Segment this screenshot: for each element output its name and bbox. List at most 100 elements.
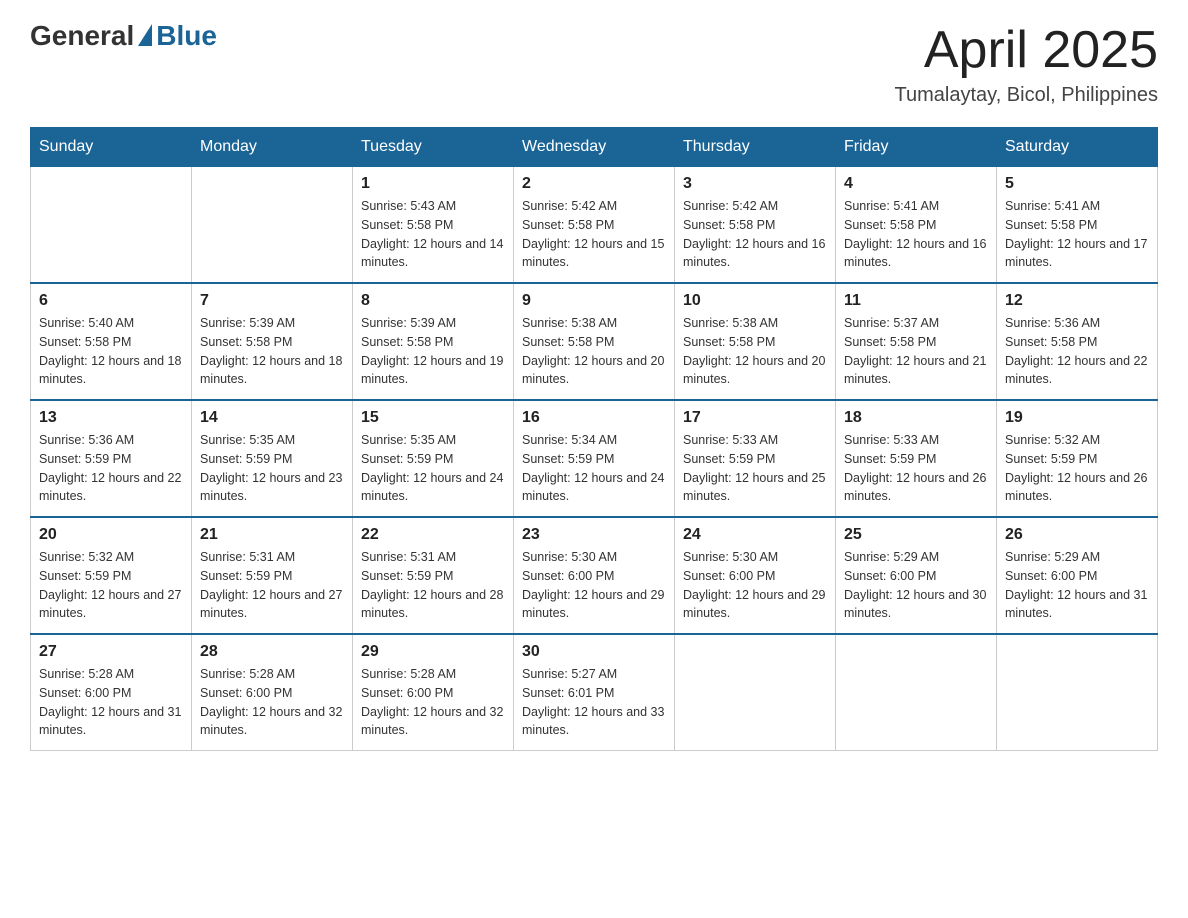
calendar-cell: 29Sunrise: 5:28 AMSunset: 6:00 PMDayligh… bbox=[353, 634, 514, 751]
day-info: Sunrise: 5:28 AMSunset: 6:00 PMDaylight:… bbox=[39, 665, 183, 740]
calendar-cell: 26 Sunrise: 5:29 AMSunset: 6:00 PMDayligh… bbox=[997, 517, 1158, 634]
day-info: Sunrise: 5:28 AMSunset: 6:00 PMDaylight:… bbox=[200, 665, 344, 740]
day-info: Sunrise: 5:41 AMSunset: 5:58 PMDaylight:… bbox=[1005, 197, 1149, 272]
day-info: Sunrise: 5:42 AMSunset: 5:58 PMDaylight:… bbox=[522, 197, 666, 272]
calendar-cell: 30 Sunrise: 5:27 AMSunset: 6:01 PMDayligh… bbox=[514, 634, 675, 751]
day-number: 23 bbox=[522, 526, 666, 544]
day-number: 4 bbox=[844, 175, 988, 193]
calendar-cell: 20 Sunrise: 5:32 AMSunset: 5:59 PMDayligh… bbox=[31, 517, 192, 634]
calendar-cell: 23 Sunrise: 5:30 AMSunset: 6:00 PMDayligh… bbox=[514, 517, 675, 634]
day-number: 16 bbox=[522, 409, 666, 427]
day-info: Sunrise: 5:41 AMSunset: 5:58 PMDaylight:… bbox=[844, 197, 988, 272]
day-info: Sunrise: 5:38 AMSunset: 5:58 PMDaylight:… bbox=[522, 314, 666, 389]
day-number: 25 bbox=[844, 526, 988, 544]
title-section: April 2025 Tumalaytay, Bicol, Philippine… bbox=[895, 20, 1158, 107]
calendar-cell: 28Sunrise: 5:28 AMSunset: 6:00 PMDayligh… bbox=[192, 634, 353, 751]
calendar-cell: 15 Sunrise: 5:35 AMSunset: 5:59 PMDayligh… bbox=[353, 400, 514, 517]
calendar-cell: 7 Sunrise: 5:39 AMSunset: 5:58 PMDaylight… bbox=[192, 283, 353, 400]
day-info: Sunrise: 5:30 AMSunset: 6:00 PMDaylight:… bbox=[683, 548, 827, 623]
day-info: Sunrise: 5:30 AMSunset: 6:00 PMDaylight:… bbox=[522, 548, 666, 623]
day-number: 20 bbox=[39, 526, 183, 544]
day-info: Sunrise: 5:32 AMSunset: 5:59 PMDaylight:… bbox=[1005, 431, 1149, 506]
day-info: Sunrise: 5:38 AMSunset: 5:58 PMDaylight:… bbox=[683, 314, 827, 389]
location-text: Tumalaytay, Bicol, Philippines bbox=[895, 84, 1158, 107]
calendar-cell: 18 Sunrise: 5:33 AMSunset: 5:59 PMDayligh… bbox=[836, 400, 997, 517]
day-number: 7 bbox=[200, 292, 344, 310]
day-info: Sunrise: 5:33 AMSunset: 5:59 PMDaylight:… bbox=[844, 431, 988, 506]
day-number: 22 bbox=[361, 526, 505, 544]
day-number: 2 bbox=[522, 175, 666, 193]
day-number: 29 bbox=[361, 643, 505, 661]
day-number: 5 bbox=[1005, 175, 1149, 193]
calendar-week-row: 27 Sunrise: 5:28 AMSunset: 6:00 PMDayligh… bbox=[31, 634, 1158, 751]
day-info: Sunrise: 5:40 AMSunset: 5:58 PMDaylight:… bbox=[39, 314, 183, 389]
calendar-cell: 10Sunrise: 5:38 AMSunset: 5:58 PMDayligh… bbox=[675, 283, 836, 400]
calendar-cell: 19 Sunrise: 5:32 AMSunset: 5:59 PMDayligh… bbox=[997, 400, 1158, 517]
calendar-header-row: SundayMondayTuesdayWednesdayThursdayFrid… bbox=[31, 128, 1158, 167]
day-info: Sunrise: 5:31 AMSunset: 5:59 PMDaylight:… bbox=[361, 548, 505, 623]
day-number: 26 bbox=[1005, 526, 1149, 544]
calendar-cell: 24 Sunrise: 5:30 AMSunset: 6:00 PMDayligh… bbox=[675, 517, 836, 634]
day-number: 30 bbox=[522, 643, 666, 661]
page-header: General Blue April 2025 Tumalaytay, Bico… bbox=[30, 20, 1158, 107]
logo-general-text: General bbox=[30, 20, 134, 52]
logo-triangle-icon bbox=[138, 24, 152, 46]
calendar-header-sunday: Sunday bbox=[31, 128, 192, 167]
day-info: Sunrise: 5:32 AMSunset: 5:59 PMDaylight:… bbox=[39, 548, 183, 623]
calendar-cell bbox=[675, 634, 836, 751]
calendar-cell bbox=[31, 167, 192, 284]
day-number: 21 bbox=[200, 526, 344, 544]
calendar-cell: 6 Sunrise: 5:40 AMSunset: 5:58 PMDaylight… bbox=[31, 283, 192, 400]
day-info: Sunrise: 5:27 AMSunset: 6:01 PMDaylight:… bbox=[522, 665, 666, 740]
calendar-header-tuesday: Tuesday bbox=[353, 128, 514, 167]
day-info: Sunrise: 5:39 AMSunset: 5:58 PMDaylight:… bbox=[361, 314, 505, 389]
day-info: Sunrise: 5:35 AMSunset: 5:59 PMDaylight:… bbox=[361, 431, 505, 506]
day-info: Sunrise: 5:36 AMSunset: 5:58 PMDaylight:… bbox=[1005, 314, 1149, 389]
calendar-header-saturday: Saturday bbox=[997, 128, 1158, 167]
day-number: 14 bbox=[200, 409, 344, 427]
day-number: 18 bbox=[844, 409, 988, 427]
calendar-cell bbox=[836, 634, 997, 751]
day-number: 9 bbox=[522, 292, 666, 310]
day-number: 27 bbox=[39, 643, 183, 661]
calendar-header-monday: Monday bbox=[192, 128, 353, 167]
month-title: April 2025 bbox=[895, 20, 1158, 80]
calendar-cell: 3Sunrise: 5:42 AMSunset: 5:58 PMDaylight… bbox=[675, 167, 836, 284]
calendar-cell bbox=[192, 167, 353, 284]
calendar-cell: 4 Sunrise: 5:41 AMSunset: 5:58 PMDaylight… bbox=[836, 167, 997, 284]
day-info: Sunrise: 5:39 AMSunset: 5:58 PMDaylight:… bbox=[200, 314, 344, 389]
calendar-cell: 5 Sunrise: 5:41 AMSunset: 5:58 PMDaylight… bbox=[997, 167, 1158, 284]
logo: General Blue bbox=[30, 20, 217, 52]
calendar-cell: 12 Sunrise: 5:36 AMSunset: 5:58 PMDayligh… bbox=[997, 283, 1158, 400]
calendar-week-row: 6 Sunrise: 5:40 AMSunset: 5:58 PMDaylight… bbox=[31, 283, 1158, 400]
day-number: 6 bbox=[39, 292, 183, 310]
day-number: 17 bbox=[683, 409, 827, 427]
day-number: 11 bbox=[844, 292, 988, 310]
calendar-week-row: 1Sunrise: 5:43 AMSunset: 5:58 PMDaylight… bbox=[31, 167, 1158, 284]
calendar-header-thursday: Thursday bbox=[675, 128, 836, 167]
day-number: 8 bbox=[361, 292, 505, 310]
day-info: Sunrise: 5:31 AMSunset: 5:59 PMDaylight:… bbox=[200, 548, 344, 623]
calendar-cell: 16 Sunrise: 5:34 AMSunset: 5:59 PMDayligh… bbox=[514, 400, 675, 517]
day-number: 12 bbox=[1005, 292, 1149, 310]
calendar-cell: 13Sunrise: 5:36 AMSunset: 5:59 PMDayligh… bbox=[31, 400, 192, 517]
day-info: Sunrise: 5:29 AMSunset: 6:00 PMDaylight:… bbox=[1005, 548, 1149, 623]
calendar-cell: 17Sunrise: 5:33 AMSunset: 5:59 PMDayligh… bbox=[675, 400, 836, 517]
day-number: 24 bbox=[683, 526, 827, 544]
calendar-cell: 11 Sunrise: 5:37 AMSunset: 5:58 PMDayligh… bbox=[836, 283, 997, 400]
day-info: Sunrise: 5:37 AMSunset: 5:58 PMDaylight:… bbox=[844, 314, 988, 389]
calendar-cell: 21 Sunrise: 5:31 AMSunset: 5:59 PMDayligh… bbox=[192, 517, 353, 634]
calendar-cell: 1Sunrise: 5:43 AMSunset: 5:58 PMDaylight… bbox=[353, 167, 514, 284]
calendar-cell: 22 Sunrise: 5:31 AMSunset: 5:59 PMDayligh… bbox=[353, 517, 514, 634]
day-number: 15 bbox=[361, 409, 505, 427]
calendar-table: SundayMondayTuesdayWednesdayThursdayFrid… bbox=[30, 127, 1158, 751]
calendar-cell: 2 Sunrise: 5:42 AMSunset: 5:58 PMDaylight… bbox=[514, 167, 675, 284]
calendar-header-wednesday: Wednesday bbox=[514, 128, 675, 167]
day-info: Sunrise: 5:36 AMSunset: 5:59 PMDaylight:… bbox=[39, 431, 183, 506]
day-info: Sunrise: 5:34 AMSunset: 5:59 PMDaylight:… bbox=[522, 431, 666, 506]
calendar-cell bbox=[997, 634, 1158, 751]
day-number: 1 bbox=[361, 175, 505, 193]
day-number: 3 bbox=[683, 175, 827, 193]
day-number: 19 bbox=[1005, 409, 1149, 427]
calendar-cell: 8 Sunrise: 5:39 AMSunset: 5:58 PMDaylight… bbox=[353, 283, 514, 400]
